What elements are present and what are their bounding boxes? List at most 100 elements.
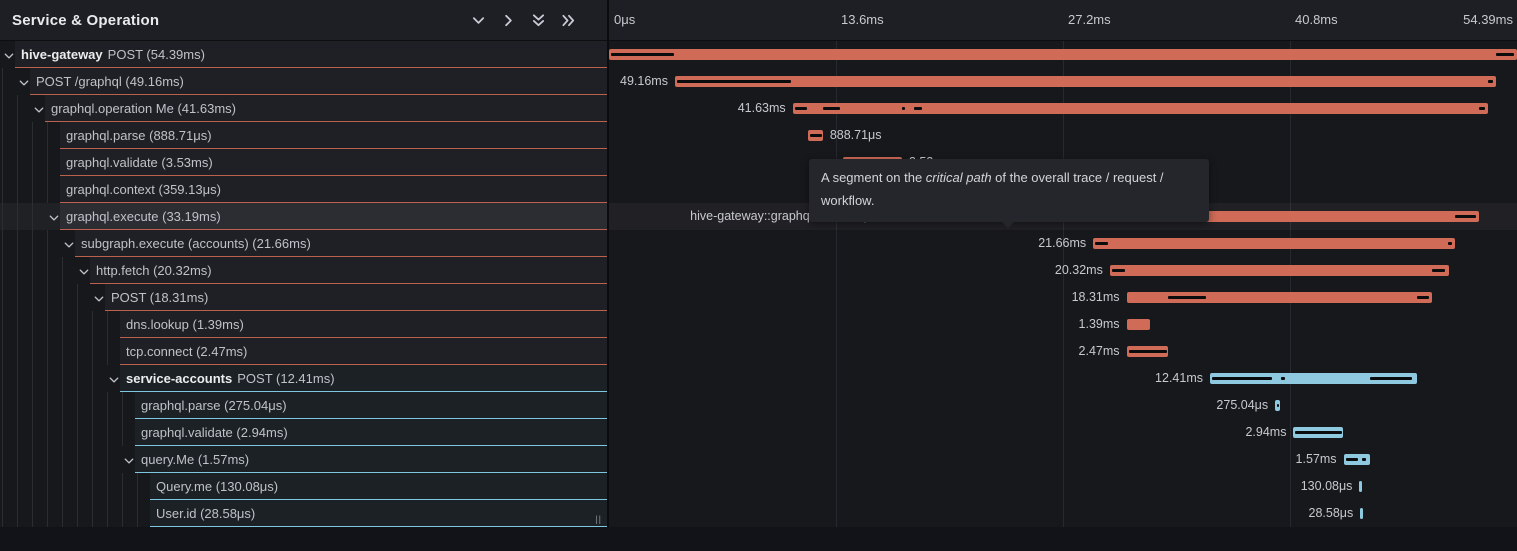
panel-resize-handle[interactable]: || — [595, 514, 602, 524]
indent-guide — [2, 500, 3, 527]
collapse-chevron-icon[interactable] — [33, 103, 45, 115]
critical-path-segment — [1129, 350, 1167, 353]
chevron-down-icon[interactable] — [471, 13, 486, 28]
span-tree-row[interactable]: tcp.connect (2.47ms) — [0, 338, 608, 365]
span-duration-label: 2.47ms — [1079, 338, 1120, 365]
chevron-right-icon[interactable] — [501, 13, 516, 28]
span-tree-row[interactable]: dns.lookup (1.39ms) — [0, 311, 608, 338]
indent-guide — [32, 473, 33, 500]
indent-guide — [77, 311, 78, 338]
indent-guide — [107, 473, 108, 500]
indent-guide — [2, 365, 3, 392]
timeline-row: 28.58μs — [609, 500, 1517, 527]
span-bar[interactable] — [1293, 427, 1342, 438]
indent-guide — [2, 176, 3, 203]
span-tree-row[interactable]: hive-gatewayPOST (54.39ms) — [0, 41, 608, 68]
collapse-chevron-icon[interactable] — [93, 292, 105, 304]
span-bar[interactable] — [1275, 400, 1280, 411]
operation-label: Query.me (130.08μs) — [156, 479, 278, 494]
operation-label: tcp.connect (2.47ms) — [126, 344, 247, 359]
span-row-content: POST /graphql (49.16ms) — [30, 68, 608, 95]
timeline-row: 41.63ms — [609, 95, 1517, 122]
indent-guide — [107, 311, 108, 338]
ruler-tick-label: 40.8ms — [1295, 12, 1338, 27]
span-tree-row[interactable]: graphql.execute (33.19ms) — [0, 203, 608, 230]
timeline-row: 21.66ms — [609, 230, 1517, 257]
indent-guide — [47, 284, 48, 311]
critical-path-segment — [1488, 80, 1493, 83]
span-row-content: service-accountsPOST (12.41ms) — [120, 365, 608, 392]
span-tree-row[interactable]: User.id (28.58μs) — [0, 500, 608, 527]
double-chevron-right-icon[interactable] — [561, 13, 576, 28]
collapse-chevron-icon[interactable] — [3, 49, 15, 61]
span-row-content: hive-gatewayPOST (54.39ms) — [15, 41, 608, 68]
span-bar[interactable] — [675, 76, 1496, 87]
indent-guide — [2, 203, 3, 230]
span-tree-row[interactable]: graphql.parse (888.71μs) — [0, 122, 608, 149]
span-tree-row[interactable]: graphql.context (359.13μs) — [0, 176, 608, 203]
span-bar[interactable] — [808, 130, 823, 141]
collapse-chevron-icon[interactable] — [18, 76, 30, 88]
tooltip-text-emphasis: critical path — [926, 170, 992, 185]
timeline-ruler[interactable]: 0μs13.6ms27.2ms40.8ms54.39ms — [609, 0, 1517, 41]
indent-guide — [47, 311, 48, 338]
ruler-tick-label: 27.2ms — [1068, 12, 1111, 27]
indent-guide — [77, 419, 78, 446]
span-bar[interactable] — [1127, 319, 1150, 330]
span-row-content: graphql.context (359.13μs) — [60, 176, 608, 203]
span-tree-row[interactable]: http.fetch (20.32ms) — [0, 257, 608, 284]
indent-guide — [17, 176, 18, 203]
span-duration-label: 12.41ms — [1155, 365, 1203, 392]
span-duration-label: 2.94ms — [1245, 419, 1286, 446]
span-bar[interactable] — [1210, 373, 1417, 384]
collapse-chevron-icon[interactable] — [123, 454, 135, 466]
span-tree-row[interactable]: query.Me (1.57ms) — [0, 446, 608, 473]
indent-guide — [17, 284, 18, 311]
double-chevron-down-icon[interactable] — [531, 13, 546, 28]
indent-guide — [17, 311, 18, 338]
span-row-content: graphql.validate (3.53ms) — [60, 149, 608, 176]
span-tree-row[interactable]: graphql.validate (3.53ms) — [0, 149, 608, 176]
span-bar[interactable] — [1359, 481, 1362, 492]
span-row-content: POST (18.31ms) — [105, 284, 608, 311]
indent-guide — [77, 365, 78, 392]
indent-guide — [122, 473, 123, 500]
operation-label: graphql.validate (2.94ms) — [141, 425, 288, 440]
indent-guide — [77, 446, 78, 473]
span-tree-row[interactable]: POST /graphql (49.16ms) — [0, 68, 608, 95]
indent-guide — [17, 392, 18, 419]
span-bar[interactable] — [1127, 346, 1168, 357]
collapse-chevron-icon[interactable] — [48, 211, 60, 223]
span-duration-label: 275.04μs — [1216, 392, 1268, 419]
span-bar[interactable] — [1360, 508, 1363, 519]
indent-guide — [32, 446, 33, 473]
critical-path-segment — [1212, 377, 1272, 380]
span-bar[interactable] — [1127, 292, 1433, 303]
indent-guide — [122, 392, 123, 419]
indent-guide — [62, 257, 63, 284]
span-tree-row[interactable]: subgraph.execute (accounts) (21.66ms) — [0, 230, 608, 257]
span-bar[interactable] — [1093, 238, 1455, 249]
span-tree-row[interactable]: graphql.operation Me (41.63ms) — [0, 95, 608, 122]
indent-guide — [17, 500, 18, 527]
collapse-chevron-icon[interactable] — [63, 238, 75, 250]
span-tree-row[interactable]: graphql.validate (2.94ms) — [0, 419, 608, 446]
collapse-chevron-icon[interactable] — [108, 373, 120, 385]
span-tree-row[interactable]: POST (18.31ms) — [0, 284, 608, 311]
timeline-row: 1.57ms — [609, 446, 1517, 473]
span-bar[interactable] — [1110, 265, 1449, 276]
span-duration-label: 888.71μs — [830, 122, 882, 149]
span-bar[interactable] — [609, 49, 1517, 60]
span-tree-row[interactable]: service-accountsPOST (12.41ms) — [0, 365, 608, 392]
operation-label: dns.lookup (1.39ms) — [126, 317, 244, 332]
span-bar[interactable] — [793, 103, 1488, 114]
span-tree-row[interactable]: graphql.parse (275.04μs) — [0, 392, 608, 419]
indent-guide — [47, 446, 48, 473]
indent-guide — [107, 392, 108, 419]
span-row-content: graphql.operation Me (41.63ms) — [45, 95, 608, 122]
collapse-chevron-icon[interactable] — [78, 265, 90, 277]
operation-label: graphql.operation Me (41.63ms) — [51, 101, 236, 116]
span-tree-row[interactable]: Query.me (130.08μs) — [0, 473, 608, 500]
critical-path-segment — [1295, 431, 1341, 434]
span-bar[interactable] — [1344, 454, 1370, 465]
